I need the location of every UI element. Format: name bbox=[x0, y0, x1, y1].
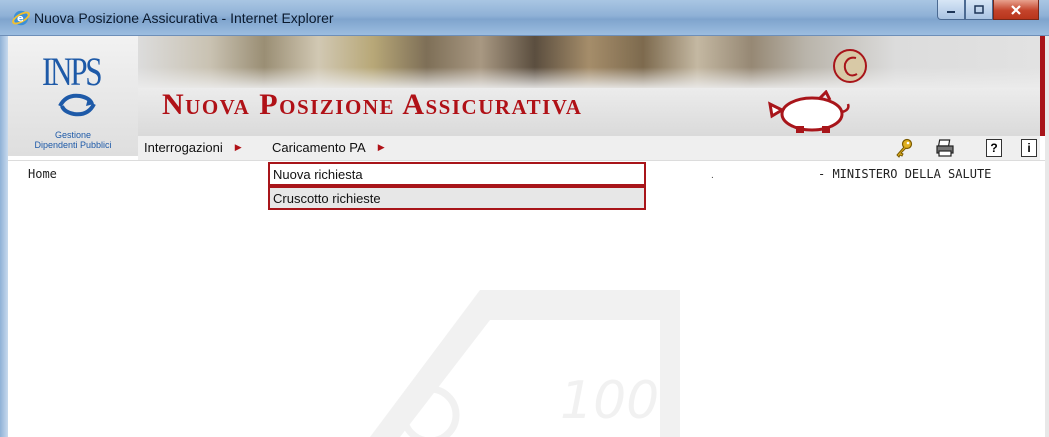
help-icon: ? bbox=[990, 141, 998, 155]
window-left-border bbox=[0, 36, 8, 437]
watermark-number: 100 bbox=[560, 371, 659, 431]
info-icon: i bbox=[1027, 141, 1031, 155]
inps-logo-text: INPS bbox=[42, 49, 103, 94]
euro-coin-icon bbox=[833, 49, 867, 83]
close-icon bbox=[1011, 4, 1021, 15]
window-right-border bbox=[1045, 36, 1049, 437]
svg-text:e: e bbox=[17, 14, 24, 25]
breadcrumb-home[interactable]: Home bbox=[28, 167, 57, 181]
key-button[interactable] bbox=[894, 138, 914, 158]
menu-item-caricamento-pa[interactable]: Caricamento PA ▶ bbox=[272, 140, 385, 155]
help-button[interactable]: ? bbox=[986, 139, 1002, 157]
header-photo-fade bbox=[138, 36, 1040, 88]
organization-label: - MINISTERO DELLA SALUTE bbox=[818, 167, 992, 181]
header-separator: . bbox=[711, 170, 714, 181]
submenu-item-cruscotto-richieste[interactable]: Cruscotto richieste bbox=[268, 186, 646, 210]
caricamento-pa-submenu: Nuova richiesta Cruscotto richieste bbox=[268, 162, 646, 213]
piggy-bank-icon bbox=[768, 90, 850, 133]
printer-icon bbox=[936, 139, 954, 157]
inps-100-watermark: 100 bbox=[370, 290, 680, 437]
maximize-button[interactable] bbox=[965, 0, 993, 20]
inps-swirl-icon bbox=[58, 93, 96, 117]
minimize-button[interactable] bbox=[937, 0, 965, 20]
internet-explorer-icon: e bbox=[12, 10, 30, 26]
logo-caption: Gestione Dipendenti Pubblici bbox=[8, 130, 138, 150]
submenu-item-nuova-richiesta[interactable]: Nuova richiesta bbox=[268, 162, 646, 186]
submenu-item-label: Cruscotto richieste bbox=[273, 190, 381, 206]
minimize-icon bbox=[947, 10, 955, 13]
window-title: Nuova Posizione Assicurativa - Internet … bbox=[34, 10, 334, 26]
submenu-item-label: Nuova richiesta bbox=[273, 166, 363, 182]
menu-item-label: Caricamento PA bbox=[272, 140, 366, 155]
menu-item-interrogazioni[interactable]: Interrogazioni ▶ bbox=[144, 140, 242, 155]
key-icon bbox=[896, 138, 913, 158]
app-title: Nuova Posizione Assicurativa bbox=[162, 88, 583, 121]
print-button[interactable] bbox=[935, 138, 955, 158]
maximize-icon bbox=[974, 5, 984, 14]
close-button[interactable] bbox=[993, 0, 1039, 20]
logo-caption-line1: Gestione bbox=[54, 130, 92, 140]
triangle-right-icon: ▶ bbox=[234, 142, 242, 152]
logo-caption-line2: Dipendenti Pubblici bbox=[34, 140, 112, 150]
triangle-right-icon: ▶ bbox=[377, 142, 385, 152]
info-button[interactable]: i bbox=[1021, 139, 1037, 157]
window-title-bar: e Nuova Posizione Assicurativa - Interne… bbox=[0, 0, 1049, 36]
menu-item-label: Interrogazioni bbox=[144, 140, 223, 155]
